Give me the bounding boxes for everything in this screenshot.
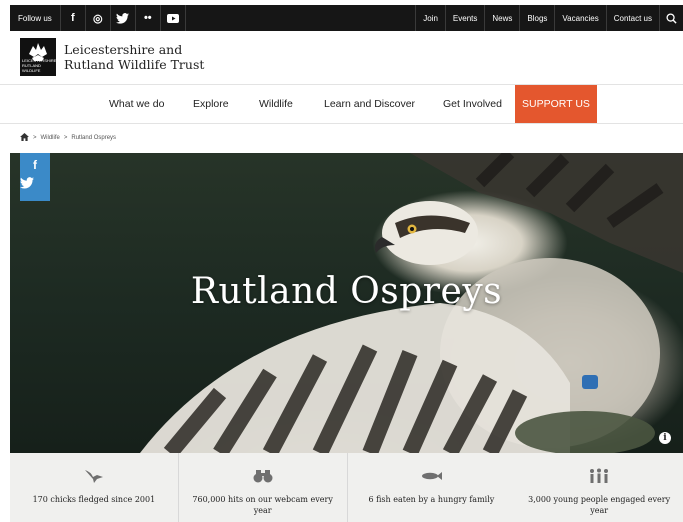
info-icon[interactable]: i <box>659 432 671 444</box>
logo-title: Leicestershire and Rutland Wildlife Trus… <box>64 42 204 72</box>
twitter-share-icon[interactable] <box>20 177 50 201</box>
breadcrumb-wildlife[interactable]: Wildlife <box>41 135 60 141</box>
vacancies-link[interactable]: Vacancies <box>554 5 605 31</box>
breadcrumb-current: Rutland Ospreys <box>71 135 117 141</box>
search-icon[interactable] <box>659 5 683 31</box>
stat-chicks: 170 chicks fledged since 2001 <box>10 453 179 522</box>
nav-learn-and-discover[interactable]: Learn and Discover <box>324 85 415 123</box>
contact-us-link[interactable]: Contact us <box>605 5 659 31</box>
bird-icon <box>83 467 105 485</box>
twitter-icon[interactable] <box>111 5 136 31</box>
fish-icon <box>420 467 443 485</box>
nav-explore[interactable]: Explore <box>193 85 229 123</box>
facebook-share-icon[interactable]: f <box>20 153 50 177</box>
instagram-icon[interactable]: ◎ <box>86 5 111 31</box>
follow-us-label: Follow us <box>10 5 61 31</box>
news-link[interactable]: News <box>484 5 519 31</box>
stat-text: 6 fish eaten by a hungry family <box>368 495 495 504</box>
site-logo[interactable]: LEICESTERSHIRE RUTLAND WILDLIFE Leiceste… <box>20 38 204 76</box>
support-us-button[interactable]: SUPPORT US <box>515 85 597 123</box>
stat-text: 170 chicks fledged since 2001 <box>32 495 156 504</box>
stat-webcam: 760,000 hits on our webcam every year <box>179 453 348 522</box>
blogs-link[interactable]: Blogs <box>519 5 554 31</box>
badger-logo-icon: LEICESTERSHIRE RUTLAND WILDLIFE <box>20 38 56 76</box>
top-bar: Follow us f ◎ •• Join Events News Blogs … <box>10 5 683 31</box>
binoculars-icon <box>253 467 273 485</box>
nav-wildlife[interactable]: Wildlife <box>259 85 293 123</box>
join-link[interactable]: Join <box>415 5 445 31</box>
breadcrumb: > Wildlife > Rutland Ospreys <box>20 133 116 143</box>
stat-text: 760,000 hits on our webcam every year <box>192 495 333 515</box>
home-icon[interactable] <box>20 133 29 143</box>
breadcrumb-separator: > <box>33 135 37 141</box>
stats-strip: 170 chicks fledged since 2001 760,000 hi… <box>10 453 683 522</box>
people-icon <box>588 467 610 485</box>
flickr-icon[interactable]: •• <box>136 5 161 31</box>
events-link[interactable]: Events <box>444 5 484 31</box>
logo-line-2: Rutland Wildlife Trust <box>64 57 205 72</box>
stat-young-people: 3,000 young people engaged every year <box>515 453 683 522</box>
hero-banner: f Rutland Ospreys <box>10 153 683 453</box>
nav-get-involved[interactable]: Get Involved <box>443 85 502 123</box>
logo-badge-text: LEICESTERSHIRE RUTLAND WILDLIFE <box>22 58 57 73</box>
main-nav: What we do Explore Wildlife Learn and Di… <box>0 84 683 124</box>
logo-line-1: Leicestershire and <box>64 42 183 57</box>
stat-text: 3,000 young people engaged every year <box>528 495 671 515</box>
facebook-icon[interactable]: f <box>61 5 86 31</box>
stat-fish: 6 fish eaten by a hungry family <box>348 453 516 522</box>
breadcrumb-separator: > <box>63 135 68 141</box>
nav-what-we-do[interactable]: What we do <box>109 85 164 123</box>
youtube-icon[interactable] <box>161 5 186 31</box>
page-title: Rutland Ospreys <box>190 271 503 312</box>
